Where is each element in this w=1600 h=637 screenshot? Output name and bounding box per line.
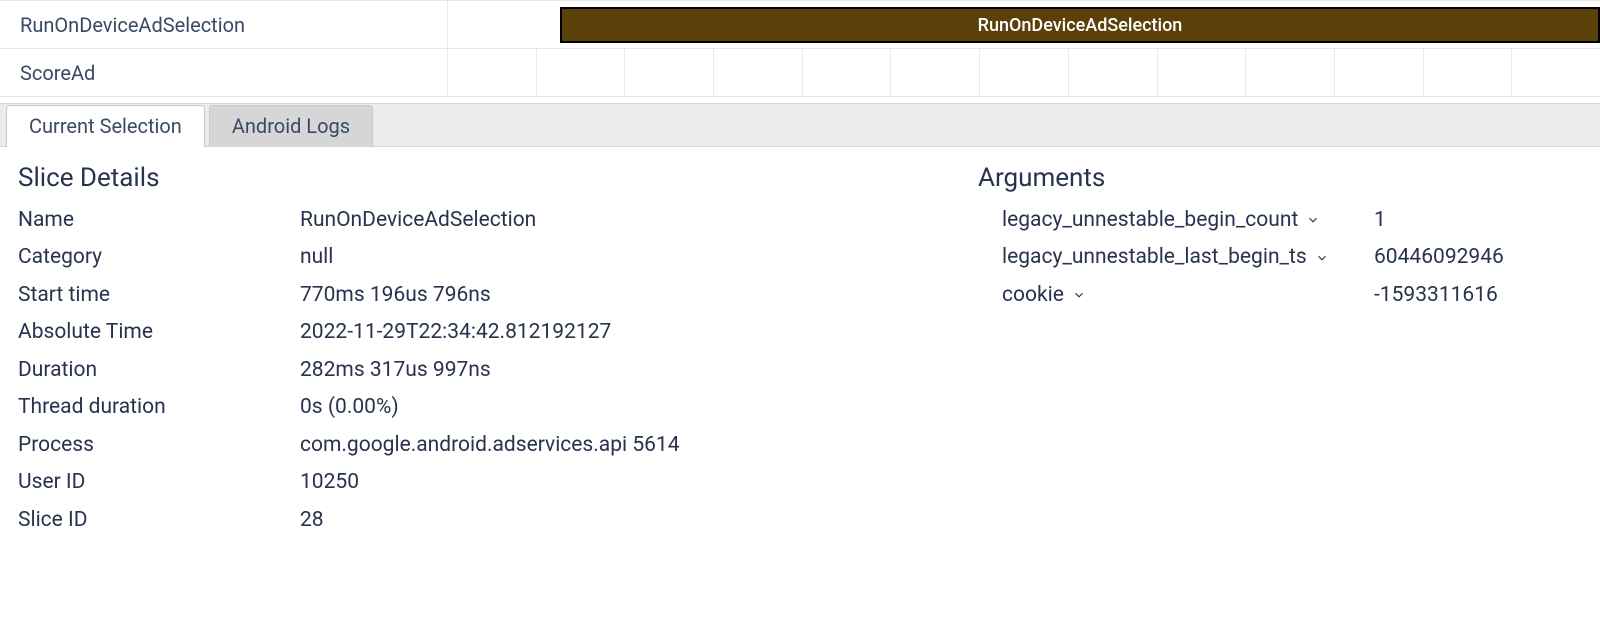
argument-value[interactable]: 1 (1374, 205, 1600, 235)
slice-bar-label: RunOnDeviceAdSelection (978, 15, 1183, 36)
argument-row: legacy_unnestable_last_begin_ts 604460929… (1002, 242, 1600, 272)
track-body[interactable] (448, 49, 1600, 96)
argument-key: legacy_unnestable_begin_count (1002, 205, 1298, 235)
track-ticks (448, 49, 1600, 96)
detail-row: Start time770ms 196us 796ns (18, 280, 978, 310)
detail-row: Categorynull (18, 242, 978, 272)
details-panel: Slice Details NameRunOnDeviceAdSelection… (0, 147, 1600, 542)
tab-current-selection[interactable]: Current Selection (6, 105, 205, 147)
argument-row: cookie -1593311616 (1002, 280, 1600, 310)
detail-key: Name (18, 205, 300, 235)
slice-bar-runondeviceadselection[interactable]: RunOnDeviceAdSelection (560, 7, 1600, 43)
detail-key: Category (18, 242, 300, 272)
tab-label: Android Logs (232, 114, 350, 138)
detail-key: Start time (18, 280, 300, 310)
chevron-down-icon[interactable] (1072, 288, 1086, 302)
detail-value[interactable]: com.google.android.adservices.api 5614 (300, 430, 978, 460)
detail-value[interactable]: 770ms 196us 796ns (300, 280, 978, 310)
detail-row: NameRunOnDeviceAdSelection (18, 205, 978, 235)
chevron-down-icon[interactable] (1306, 213, 1320, 227)
timeline: RunOnDeviceAdSelection RunOnDeviceAdSele… (0, 0, 1600, 97)
detail-row: User ID10250 (18, 467, 978, 497)
detail-row: Thread duration0s (0.00%) (18, 392, 978, 422)
details-right-column: Arguments legacy_unnestable_begin_count 1… (978, 161, 1600, 542)
detail-value[interactable]: 282ms 317us 997ns (300, 355, 978, 385)
detail-value[interactable]: RunOnDeviceAdSelection (300, 205, 978, 235)
arguments-list: legacy_unnestable_begin_count1legacy_unn… (978, 205, 1600, 310)
detail-key: Slice ID (18, 505, 300, 535)
detail-key: Absolute Time (18, 317, 300, 347)
detail-key: Thread duration (18, 392, 300, 422)
detail-value[interactable]: 0s (0.00%) (300, 392, 978, 422)
argument-key-wrap: cookie (1002, 280, 1374, 310)
detail-key: Process (18, 430, 300, 460)
detail-value[interactable]: 28 (300, 505, 978, 535)
detail-row: Absolute Time2022-11-29T22:34:42.8121921… (18, 317, 978, 347)
arguments-title: Arguments (978, 163, 1600, 193)
argument-key-wrap: legacy_unnestable_last_begin_ts (1002, 242, 1374, 272)
detail-value[interactable]: 2022-11-29T22:34:42.812192127 (300, 317, 978, 347)
detail-row: Slice ID28 (18, 505, 978, 535)
argument-key: legacy_unnestable_last_begin_ts (1002, 242, 1307, 272)
detail-row: Duration282ms 317us 997ns (18, 355, 978, 385)
slice-details-list: NameRunOnDeviceAdSelectionCategorynullSt… (18, 205, 978, 535)
detail-row: Processcom.google.android.adservices.api… (18, 430, 978, 460)
tab-android-logs[interactable]: Android Logs (209, 105, 373, 147)
track-label[interactable]: ScoreAd (0, 49, 448, 96)
chevron-down-icon[interactable] (1315, 251, 1329, 265)
track-row-runondeviceadselection: RunOnDeviceAdSelection RunOnDeviceAdSele… (0, 1, 1600, 49)
tabstrip: Current Selection Android Logs (0, 103, 1600, 147)
detail-key: Duration (18, 355, 300, 385)
argument-key: cookie (1002, 280, 1064, 310)
tab-label: Current Selection (29, 114, 182, 138)
argument-row: legacy_unnestable_begin_count 1 (1002, 205, 1600, 235)
argument-value[interactable]: -1593311616 (1374, 280, 1600, 310)
detail-value[interactable]: null (300, 242, 978, 272)
argument-value[interactable]: 60446092946 (1374, 242, 1600, 272)
track-label[interactable]: RunOnDeviceAdSelection (0, 1, 448, 48)
track-body[interactable]: RunOnDeviceAdSelection (448, 1, 1600, 48)
details-left-column: Slice Details NameRunOnDeviceAdSelection… (18, 161, 978, 542)
detail-value[interactable]: 10250 (300, 467, 978, 497)
detail-key: User ID (18, 467, 300, 497)
argument-key-wrap: legacy_unnestable_begin_count (1002, 205, 1374, 235)
slice-details-title: Slice Details (18, 163, 978, 193)
track-row-scoread: ScoreAd (0, 49, 1600, 97)
